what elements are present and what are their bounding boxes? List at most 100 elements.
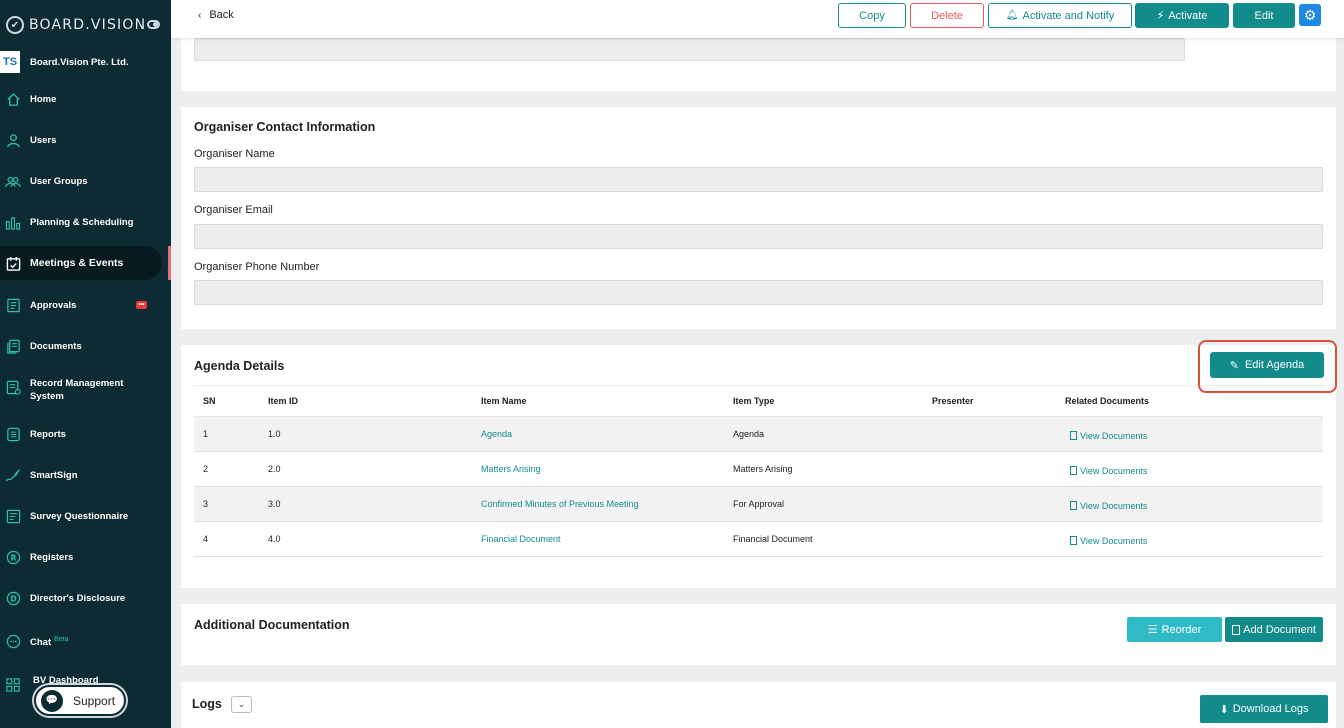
sidebar-item-directors-disclosure[interactable]: D Director's Disclosure bbox=[0, 589, 168, 607]
bar-chart-icon bbox=[5, 214, 21, 230]
chevron-left-icon: ‹ bbox=[198, 10, 202, 21]
document-icon bbox=[1070, 501, 1077, 510]
col-related-documents: Related Documents bbox=[1065, 396, 1150, 406]
home-icon bbox=[5, 91, 21, 107]
organiser-phone-input[interactable] bbox=[194, 280, 1323, 305]
view-documents-link[interactable]: View Documents bbox=[1070, 466, 1147, 476]
registers-icon: R bbox=[5, 549, 21, 565]
document-icon bbox=[1070, 431, 1077, 440]
approvals-badge: ••• bbox=[136, 301, 147, 309]
view-documents-link[interactable]: View Documents bbox=[1070, 536, 1147, 546]
view-documents-link[interactable]: View Documents bbox=[1070, 431, 1147, 441]
table-row: 3 3.0 Confirmed Minutes of Previous Meet… bbox=[194, 487, 1323, 522]
dashboard-icon bbox=[5, 677, 21, 693]
list-icon: ☰︎ bbox=[1147, 624, 1158, 636]
svg-text:D: D bbox=[10, 594, 16, 603]
previous-section-card bbox=[181, 38, 1336, 91]
agenda-card: Agenda Details SN Item ID Item Name Item… bbox=[181, 345, 1336, 588]
download-icon: ⬇︎ bbox=[1219, 703, 1229, 716]
bolt-icon: ⚡︎ bbox=[1156, 10, 1165, 22]
beta-tag: Beta bbox=[54, 635, 69, 643]
support-chat-icon: 💬 bbox=[41, 689, 63, 712]
brand-logo-icon: ✔ bbox=[6, 16, 24, 34]
col-item-name: Item Name bbox=[481, 396, 527, 406]
col-item-id: Item ID bbox=[268, 396, 299, 406]
edit-agenda-button[interactable]: ✎︎ Edit Agenda bbox=[1210, 352, 1324, 378]
sidebar-item-home[interactable]: Home bbox=[0, 90, 168, 108]
pencil-icon: ✎︎ bbox=[1229, 359, 1239, 372]
sidebar-item-user-groups[interactable]: User Groups bbox=[0, 172, 168, 190]
agenda-item-link[interactable]: Matters Arising bbox=[481, 464, 541, 474]
sidebar-item-smartsign[interactable]: SmartSign bbox=[0, 466, 168, 484]
reorder-button[interactable]: ☰︎ Reorder bbox=[1127, 617, 1222, 642]
org-logo-icon: TS bbox=[0, 51, 20, 73]
sidebar-item-users[interactable]: Users bbox=[0, 131, 168, 149]
sidebar-toggle-icon[interactable] bbox=[147, 20, 160, 29]
agenda-item-link[interactable]: Agenda bbox=[481, 429, 512, 439]
sidebar: ✔ BOARD.VISION TS Board.Vision Pte. Ltd.… bbox=[0, 0, 171, 728]
approval-icon bbox=[5, 297, 21, 313]
document-icon bbox=[1070, 536, 1077, 545]
table-row: 2 2.0 Matters Arising Matters Arising Vi… bbox=[194, 452, 1323, 487]
copy-button[interactable]: Copy bbox=[838, 3, 906, 28]
top-bar: ‹ Back Copy Delete 🔔︎ Activate and Notify … bbox=[171, 0, 1344, 38]
activate-and-notify-button[interactable]: 🔔︎ Activate and Notify bbox=[988, 3, 1132, 28]
sidebar-item-survey[interactable]: Survey Questionnaire bbox=[0, 507, 168, 525]
sidebar-item-meetings[interactable]: Meetings & Events bbox=[0, 246, 162, 280]
user-icon bbox=[5, 132, 21, 148]
settings-button[interactable]: ⚙︎ bbox=[1299, 4, 1321, 26]
logs-title: Logs bbox=[192, 697, 222, 711]
svg-text:R: R bbox=[10, 553, 16, 562]
sidebar-item-approvals[interactable]: Approvals ••• bbox=[0, 296, 168, 314]
chat-icon bbox=[5, 633, 21, 649]
organiser-card: Organiser Contact Information Organiser … bbox=[181, 107, 1336, 329]
active-indicator bbox=[168, 246, 171, 280]
col-presenter: Presenter bbox=[932, 396, 974, 406]
download-logs-button[interactable]: ⬇︎ Download Logs bbox=[1200, 695, 1328, 723]
organisation[interactable]: TS Board.Vision Pte. Ltd. bbox=[0, 50, 171, 74]
sidebar-item-registers[interactable]: R Registers bbox=[0, 548, 168, 566]
brand-logo[interactable]: ✔ BOARD.VISION bbox=[6, 14, 166, 36]
gear-icon: ⚙︎ bbox=[1303, 6, 1317, 23]
agenda-table-header: SN Item ID Item Name Item Type Presenter… bbox=[194, 385, 1323, 417]
sidebar-item-planning[interactable]: Planning & Scheduling bbox=[0, 213, 168, 231]
sidebar-item-reports[interactable]: Reports bbox=[0, 425, 168, 443]
organiser-name-label: Organiser Name bbox=[194, 148, 275, 160]
support-button[interactable]: 💬 Support bbox=[34, 685, 126, 716]
document-icon bbox=[1070, 466, 1077, 475]
table-row: 1 1.0 Agenda Agenda View Documents bbox=[194, 417, 1323, 452]
logs-toggle-button[interactable]: ⌄ bbox=[231, 696, 252, 713]
activate-button[interactable]: ⚡︎ Activate bbox=[1135, 3, 1229, 28]
agenda-item-link[interactable]: Financial Document bbox=[481, 534, 561, 544]
records-icon bbox=[5, 379, 21, 395]
view-documents-link[interactable]: View Documents bbox=[1070, 501, 1147, 511]
sidebar-item-chat[interactable]: Chat Beta bbox=[0, 632, 168, 650]
signature-icon bbox=[5, 467, 21, 483]
add-document-button[interactable]: Add Document bbox=[1225, 617, 1323, 642]
sidebar-item-documents[interactable]: Documents bbox=[0, 337, 168, 355]
agenda-title: Agenda Details bbox=[194, 359, 285, 373]
agenda-item-link[interactable]: Confirmed Minutes of Previous Meeting bbox=[481, 499, 639, 509]
col-sn: SN bbox=[203, 396, 216, 406]
logs-card: Logs ⬇︎ Download Logs bbox=[181, 682, 1336, 728]
delete-button[interactable]: Delete bbox=[910, 3, 984, 28]
back-link[interactable]: ‹ Back bbox=[198, 9, 234, 21]
sidebar-item-records[interactable]: Record Management System bbox=[0, 376, 168, 404]
organiser-name-input[interactable] bbox=[194, 167, 1323, 192]
brand-name: BOARD.VISION bbox=[29, 17, 147, 33]
table-row: 4 4.0 Financial Document Financial Docum… bbox=[194, 522, 1323, 557]
previous-field[interactable] bbox=[194, 38, 1185, 61]
col-item-type: Item Type bbox=[733, 396, 775, 406]
organiser-email-input[interactable] bbox=[194, 224, 1323, 249]
documents-icon bbox=[5, 338, 21, 354]
reports-icon bbox=[5, 426, 21, 442]
additional-title: Additional Documentation bbox=[194, 618, 350, 632]
edit-button[interactable]: Edit bbox=[1233, 3, 1295, 28]
bell-icon: 🔔︎ bbox=[1005, 10, 1019, 21]
survey-icon bbox=[5, 508, 21, 524]
disclosure-icon: D bbox=[5, 590, 21, 606]
org-name: Board.Vision Pte. Ltd. bbox=[30, 56, 129, 68]
users-icon bbox=[5, 173, 21, 189]
organiser-email-label: Organiser Email bbox=[194, 204, 273, 216]
file-icon bbox=[1232, 624, 1241, 635]
